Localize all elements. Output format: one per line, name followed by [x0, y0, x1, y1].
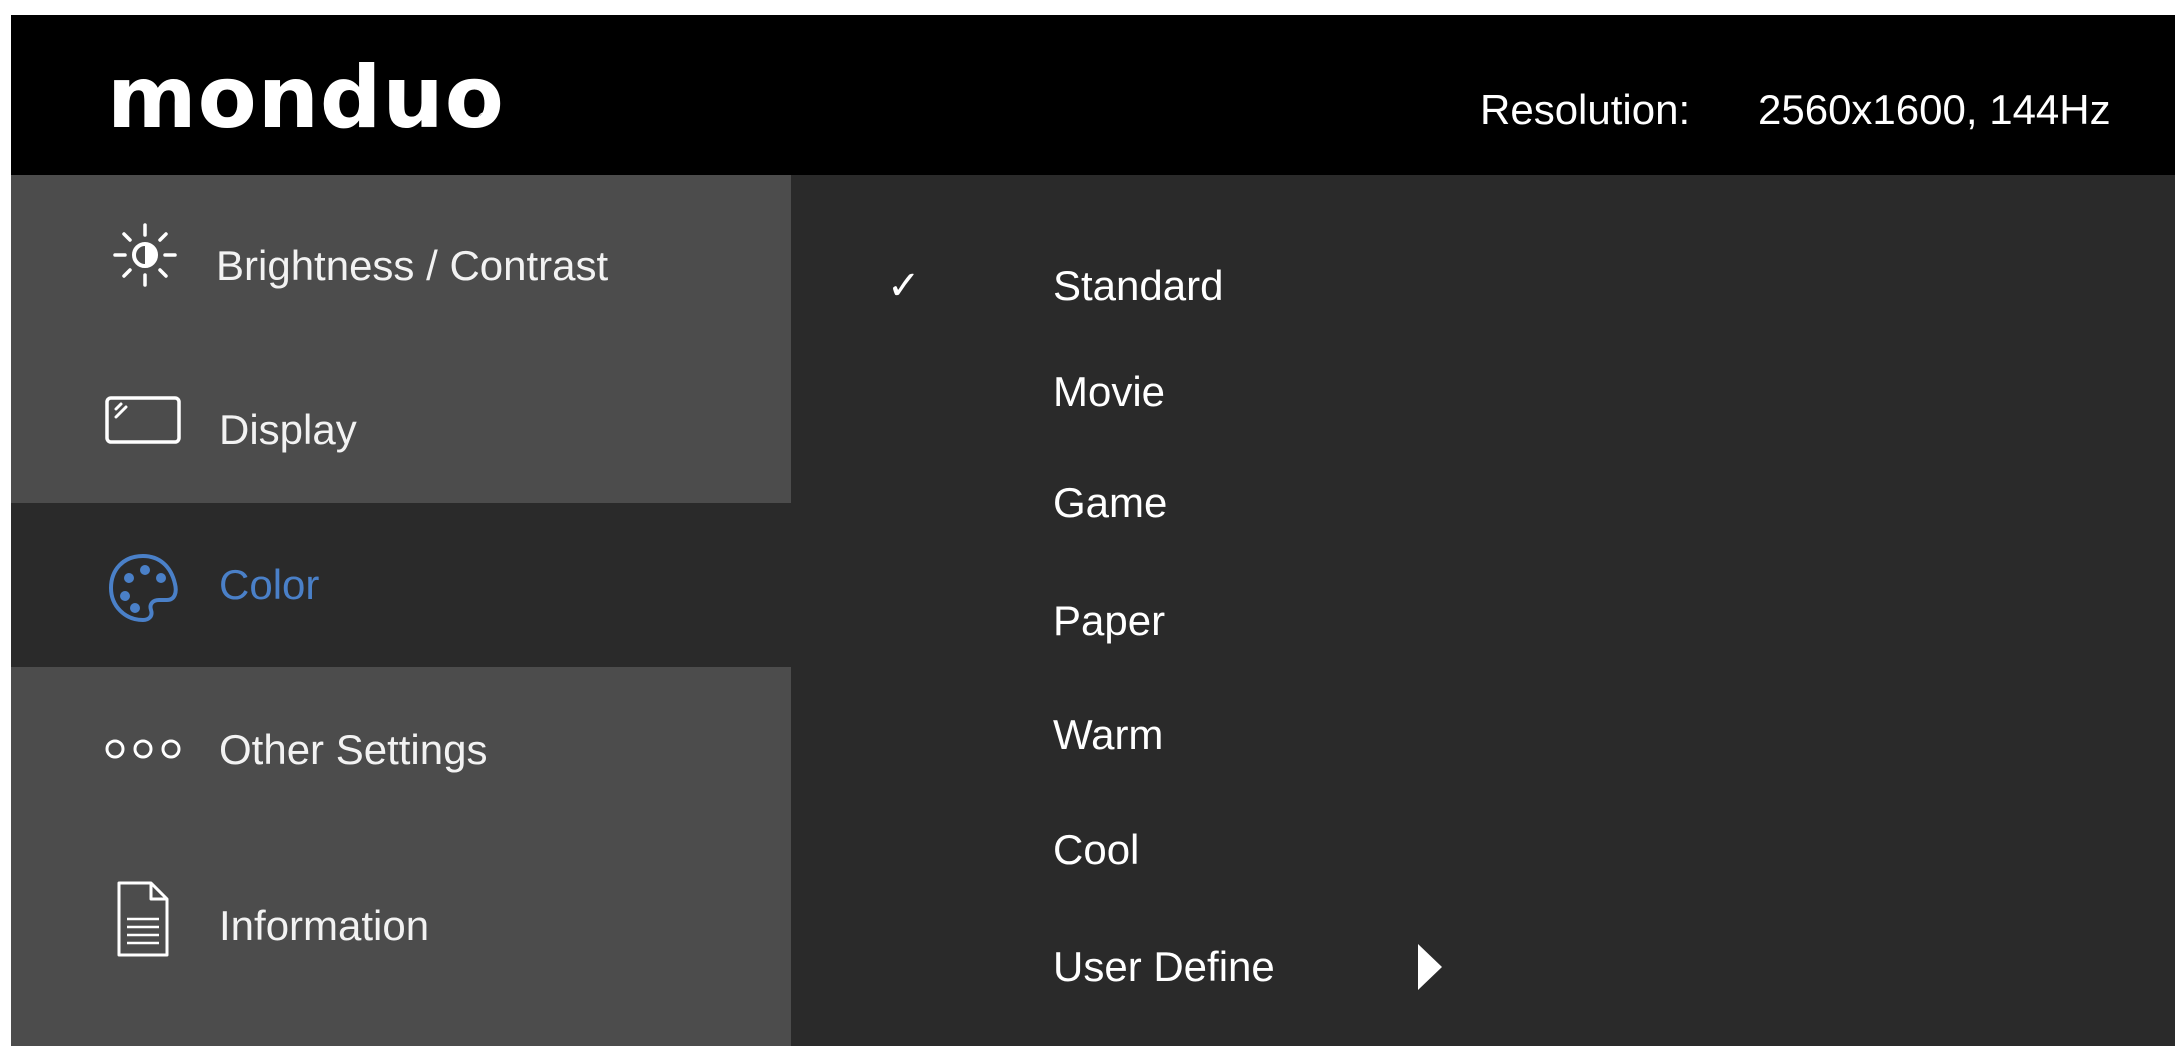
sidebar-item-color[interactable]: Color: [11, 503, 791, 667]
sidebar-item-label: Brightness / Contrast: [216, 242, 609, 289]
option-label: User Define: [1053, 943, 1275, 990]
submenu-arrow-icon: [1414, 942, 1444, 992]
resolution-value: 2560x1600, 144Hz: [1758, 86, 2111, 133]
registered-mark: ®: [476, 109, 492, 128]
option-label: Game: [1053, 479, 1168, 526]
sidebar-menu: Brightness / Contrast Display Color Othe…: [11, 175, 791, 1046]
sidebar-item-brightness-contrast[interactable]: Brightness / Contrast: [11, 175, 791, 339]
header-bar: monduo ® Resolution: 2560x1600, 144Hz: [11, 15, 2175, 175]
option-standard[interactable]: ✓ Standard: [791, 247, 2175, 327]
check-icon: ✓: [887, 263, 921, 309]
color-mode-options: ✓ Standard Movie Game Paper Warm Cool Us…: [791, 175, 2175, 1046]
brand-logo: monduo: [107, 48, 505, 148]
dots-icon: [103, 709, 183, 789]
sidebar-item-label: Other Settings: [219, 726, 488, 773]
sidebar-item-display[interactable]: Display: [11, 339, 791, 503]
sidebar-item-label: Color: [219, 561, 320, 608]
palette-icon: [103, 548, 183, 628]
osd-menu: monduo ® Resolution: 2560x1600, 144Hz Br…: [11, 15, 2175, 1046]
document-icon: [111, 879, 191, 959]
option-warm[interactable]: Warm: [791, 696, 2175, 776]
resolution-label: Resolution:: [1480, 86, 1691, 133]
display-icon: [103, 379, 183, 459]
option-paper[interactable]: Paper: [791, 582, 2175, 662]
option-label: Cool: [1053, 826, 1140, 873]
sidebar-item-other-settings[interactable]: Other Settings: [11, 667, 791, 831]
option-game[interactable]: Game: [791, 464, 2175, 544]
option-label: Warm: [1053, 711, 1164, 758]
brightness-icon: [105, 215, 185, 295]
option-label: Standard: [1053, 262, 1224, 309]
option-user-define[interactable]: User Define: [791, 928, 2175, 1008]
option-movie[interactable]: Movie: [791, 353, 2175, 433]
option-label: Paper: [1053, 597, 1166, 644]
sidebar-item-label: Information: [219, 902, 430, 949]
sidebar-item-label: Display: [219, 406, 357, 453]
sidebar-item-information[interactable]: Information: [11, 831, 791, 995]
option-label: Movie: [1053, 368, 1166, 415]
option-cool[interactable]: Cool: [791, 811, 2175, 891]
